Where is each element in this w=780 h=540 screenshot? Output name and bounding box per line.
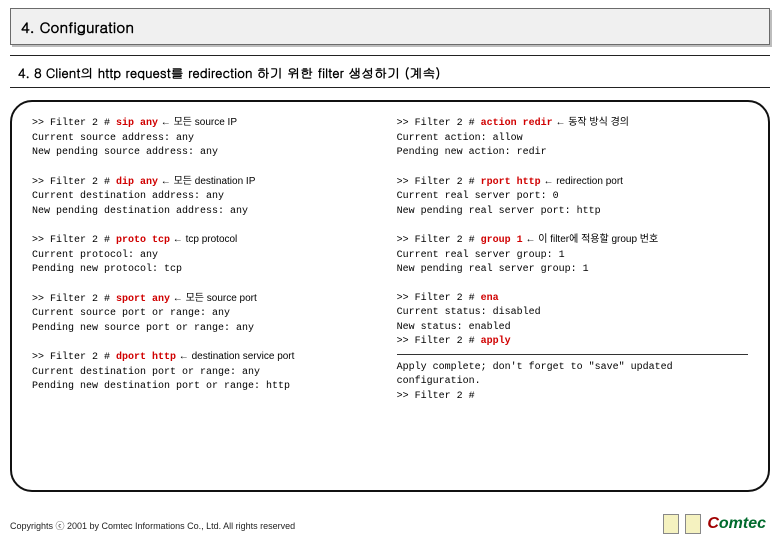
block-action: >> Filter 2 # action redir ← 동작 방식 경의 Cu… <box>397 116 748 161</box>
line: Current real server group: 1 <box>397 249 748 264</box>
terminal-content-box: >> Filter 2 # sip any ← 모든 source IP Cur… <box>10 100 770 492</box>
note: ← tcp protocol <box>170 234 237 245</box>
logo-area: Comtec <box>663 514 766 534</box>
note: ← 이 filter에 적용할 group 번호 <box>523 234 659 245</box>
cmd: ena <box>481 293 499 304</box>
block-group: >> Filter 2 # group 1 ← 이 filter에 적용할 gr… <box>397 233 748 278</box>
block-sport: >> Filter 2 # sport any ← 모든 source port… <box>32 292 367 337</box>
block-sip: >> Filter 2 # sip any ← 모든 source IP Cur… <box>32 116 367 161</box>
cmd: rport http <box>481 177 541 188</box>
line: Current protocol: any <box>32 249 367 264</box>
line: New status: enabled <box>397 321 748 336</box>
prompt: >> Filter 2 # <box>397 336 481 347</box>
line: Current action: allow <box>397 132 748 147</box>
badge-icon <box>685 514 701 534</box>
prompt: >> Filter 2 # <box>32 294 116 305</box>
block-apply-result: Apply complete; don't forget to "save" u… <box>397 361 748 405</box>
cmd: sport any <box>116 294 170 305</box>
note: ← 동작 방식 경의 <box>553 117 629 128</box>
right-column: >> Filter 2 # action redir ← 동작 방식 경의 Cu… <box>397 116 748 482</box>
block-ena-apply: >> Filter 2 # ena Current status: disabl… <box>397 292 748 355</box>
note: ← 모든 source port <box>170 293 257 304</box>
block-dport: >> Filter 2 # dport http ← destination s… <box>32 350 367 395</box>
cmd: group 1 <box>481 235 523 246</box>
line: Current destination address: any <box>32 190 367 205</box>
line: Pending new action: redir <box>397 146 748 161</box>
section-title: 4. Configuration <box>21 17 134 38</box>
cmd: dport http <box>116 352 176 363</box>
line: Apply complete; don't forget to "save" u… <box>397 361 748 390</box>
cmd: dip any <box>116 177 158 188</box>
left-column: >> Filter 2 # sip any ← 모든 source IP Cur… <box>32 116 367 482</box>
badge-icon <box>663 514 679 534</box>
logo-c: C <box>707 515 719 532</box>
line: Pending new protocol: tcp <box>32 263 367 278</box>
note: ← 모든 source IP <box>158 117 237 128</box>
cmd: action redir <box>481 118 553 129</box>
block-dip: >> Filter 2 # dip any ← 모든 destination I… <box>32 175 367 220</box>
prompt: >> Filter 2 # <box>32 177 116 188</box>
cmd: sip any <box>116 118 158 129</box>
line: New pending source address: any <box>32 146 367 161</box>
cmd: apply <box>481 336 511 347</box>
cmd: proto tcp <box>116 235 170 246</box>
prompt: >> Filter 2 # <box>32 235 116 246</box>
note: ← 모든 destination IP <box>158 176 255 187</box>
logo-rest: omtec <box>719 515 766 532</box>
comtec-logo: Comtec <box>707 515 766 533</box>
block-proto: >> Filter 2 # proto tcp ← tcp protocol C… <box>32 233 367 278</box>
block-rport: >> Filter 2 # rport http ← redirection p… <box>397 175 748 220</box>
prompt: >> Filter 2 # <box>397 177 481 188</box>
line: New pending real server port: http <box>397 205 748 220</box>
note: ← destination service port <box>176 351 294 362</box>
line: New pending destination address: any <box>32 205 367 220</box>
line: New pending real server group: 1 <box>397 263 748 278</box>
line: Pending new source port or range: any <box>32 322 367 337</box>
line: >> Filter 2 # <box>397 390 748 405</box>
prompt: >> Filter 2 # <box>397 293 481 304</box>
line: Current destination port or range: any <box>32 366 367 381</box>
prompt: >> Filter 2 # <box>32 352 116 363</box>
footer-copyright: Copyrights ⓒ 2001 by Comtec Informations… <box>10 519 295 532</box>
section-header: 4. Configuration <box>10 8 770 45</box>
sub-header: 4. 8 Client의 http request를 redirection 하… <box>10 55 770 88</box>
divider-line <box>397 354 748 355</box>
sub-title: 4. 8 Client의 http request를 redirection 하… <box>18 63 440 82</box>
line: Current source port or range: any <box>32 307 367 322</box>
line: Current source address: any <box>32 132 367 147</box>
line: Current status: disabled <box>397 306 748 321</box>
prompt: >> Filter 2 # <box>32 118 116 129</box>
line: Current real server port: 0 <box>397 190 748 205</box>
line: Pending new destination port or range: h… <box>32 380 367 395</box>
prompt: >> Filter 2 # <box>397 118 481 129</box>
prompt: >> Filter 2 # <box>397 235 481 246</box>
note: ← redirection port <box>541 176 623 187</box>
